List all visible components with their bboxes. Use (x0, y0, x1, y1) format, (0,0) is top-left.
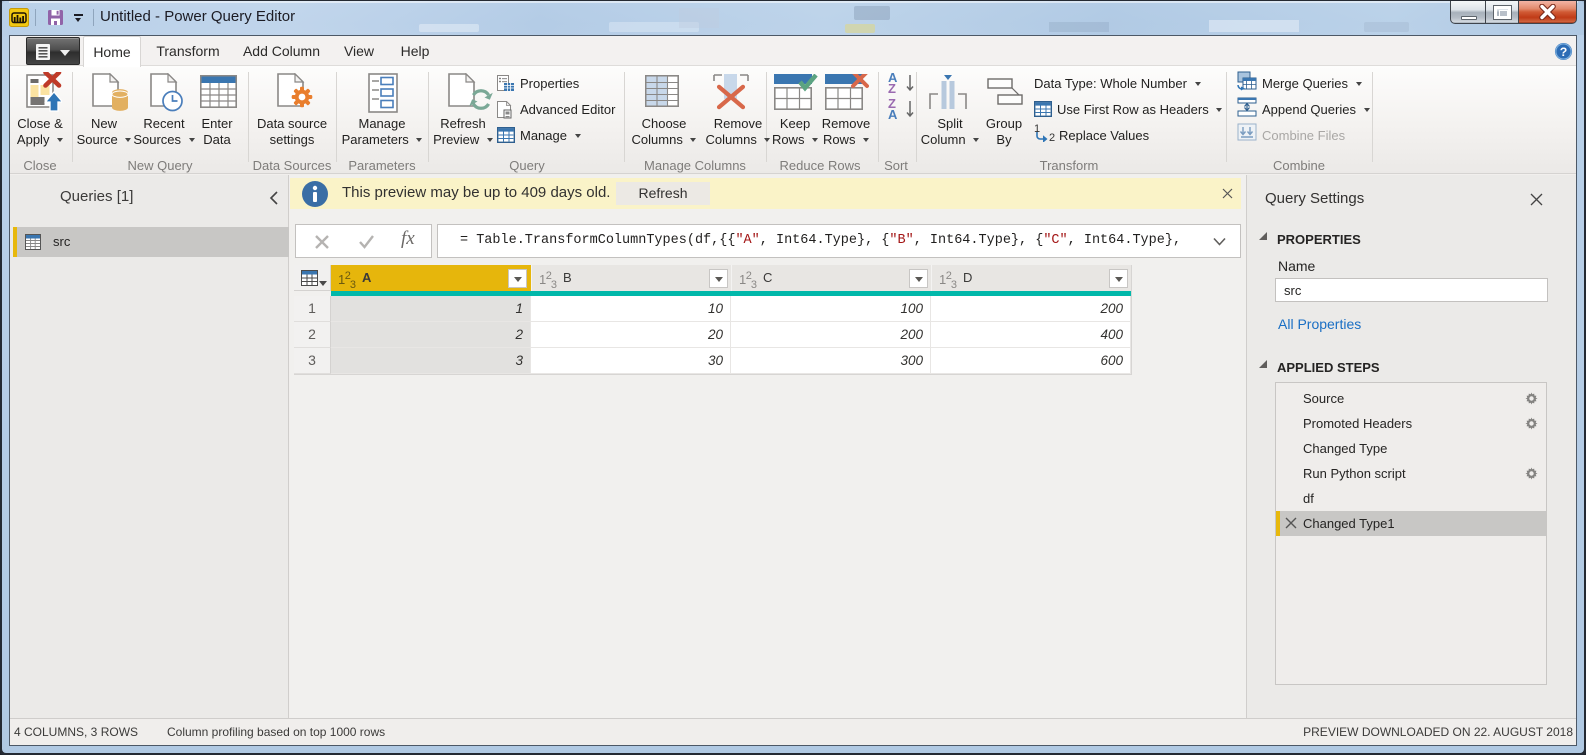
svg-text:?: ? (1560, 45, 1568, 59)
